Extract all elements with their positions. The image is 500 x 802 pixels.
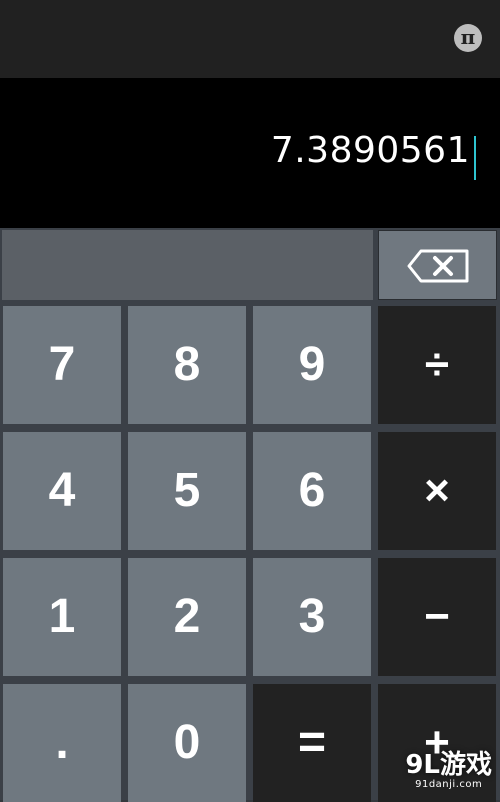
key-0[interactable]: 0 [128,684,246,802]
divide-button[interactable]: ÷ [378,306,496,424]
watermark-site: 91danji.com [405,779,492,790]
display-value: 7.3890561 [271,130,470,171]
multiply-button[interactable]: × [378,432,496,550]
minus-button[interactable]: − [378,558,496,676]
key-1[interactable]: 1 [3,558,121,676]
keypad: 7 8 9 ÷ 4 5 6 × 1 2 3 − . 0 = + [0,228,500,800]
pi-icon[interactable]: π [454,24,482,52]
equals-button[interactable]: = [253,684,371,802]
watermark-logo: 9L游戏 91danji.com [405,751,492,790]
result-display[interactable]: 7.3890561 [0,78,500,228]
key-8[interactable]: 8 [128,306,246,424]
backspace-icon [407,249,469,283]
key-6[interactable]: 6 [253,432,371,550]
key-4[interactable]: 4 [3,432,121,550]
key-5[interactable]: 5 [128,432,246,550]
key-7[interactable]: 7 [3,306,121,424]
formula-strip [2,230,373,300]
watermark-brand: 9L游戏 [405,751,492,779]
text-cursor [474,136,476,180]
decimal-point-button[interactable]: . [3,684,121,802]
key-2[interactable]: 2 [128,558,246,676]
backspace-button[interactable] [378,230,497,300]
key-9[interactable]: 9 [253,306,371,424]
top-bar: π [0,0,500,78]
key-3[interactable]: 3 [253,558,371,676]
